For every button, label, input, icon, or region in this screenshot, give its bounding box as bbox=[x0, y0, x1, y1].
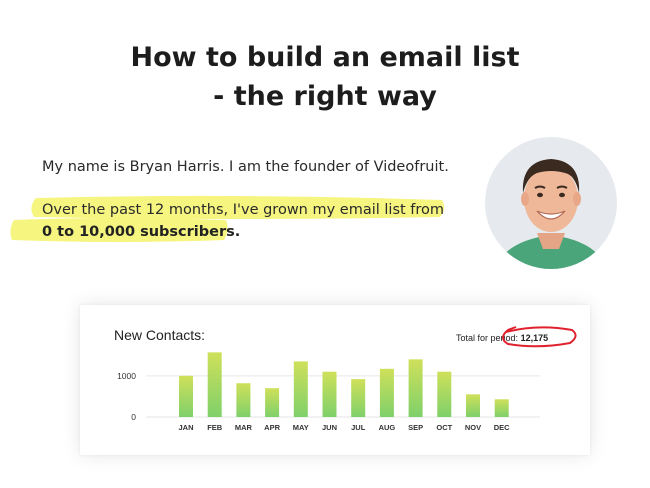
avatar-portrait bbox=[485, 137, 617, 269]
bar-feb bbox=[207, 352, 222, 417]
x-tick-label: AUG bbox=[379, 423, 396, 432]
x-tick-label: MAR bbox=[235, 423, 253, 432]
bar-nov bbox=[466, 394, 480, 417]
bar-oct bbox=[437, 371, 452, 417]
new-contacts-card: New Contacts: Total for period: 12,175 0… bbox=[80, 305, 590, 455]
avatar bbox=[485, 137, 617, 269]
page-title-line-1: How to build an email list bbox=[130, 42, 520, 73]
y-tick-label: 1000 bbox=[117, 371, 136, 381]
bar-sep bbox=[408, 359, 423, 417]
x-tick-label: JUL bbox=[351, 423, 366, 432]
x-tick-label: DEC bbox=[494, 423, 510, 432]
bar-jul bbox=[351, 379, 366, 417]
highlight-line-1: Over the past 12 months, I've grown my e… bbox=[42, 202, 445, 218]
highlight-line-2: 0 to 10,000 subscribers. bbox=[42, 224, 241, 240]
x-tick-label: NOV bbox=[465, 423, 481, 432]
new-contacts-bar-chart: 0 1000 JAN FEB MAR APR MAY JUN JUL AUG SEP OCT NOV DE… bbox=[117, 352, 540, 432]
x-tick-label: APR bbox=[264, 423, 280, 432]
page-title: How to build an email list - the right w… bbox=[0, 38, 650, 116]
bar-dec bbox=[494, 399, 509, 417]
x-tick-label: JUN bbox=[322, 423, 337, 432]
bar-jan bbox=[179, 375, 193, 417]
bar-aug bbox=[379, 368, 394, 417]
x-tick-label: SEP bbox=[408, 423, 423, 432]
bar-mar bbox=[236, 383, 251, 417]
x-tick-label: FEB bbox=[207, 423, 223, 432]
x-tick-label: OCT bbox=[436, 423, 452, 432]
page-title-line-2: - the right way bbox=[213, 81, 437, 112]
highlighted-statement: Over the past 12 months, I've grown my e… bbox=[0, 190, 470, 250]
bar-jun bbox=[322, 371, 337, 417]
x-tick-label: JAN bbox=[178, 423, 193, 432]
bar-apr bbox=[265, 388, 280, 417]
x-tick-label: MAY bbox=[293, 423, 309, 432]
y-tick-label: 0 bbox=[131, 412, 136, 422]
bar-may bbox=[293, 361, 308, 417]
intro-text: My name is Bryan Harris. I am the founde… bbox=[42, 159, 449, 175]
